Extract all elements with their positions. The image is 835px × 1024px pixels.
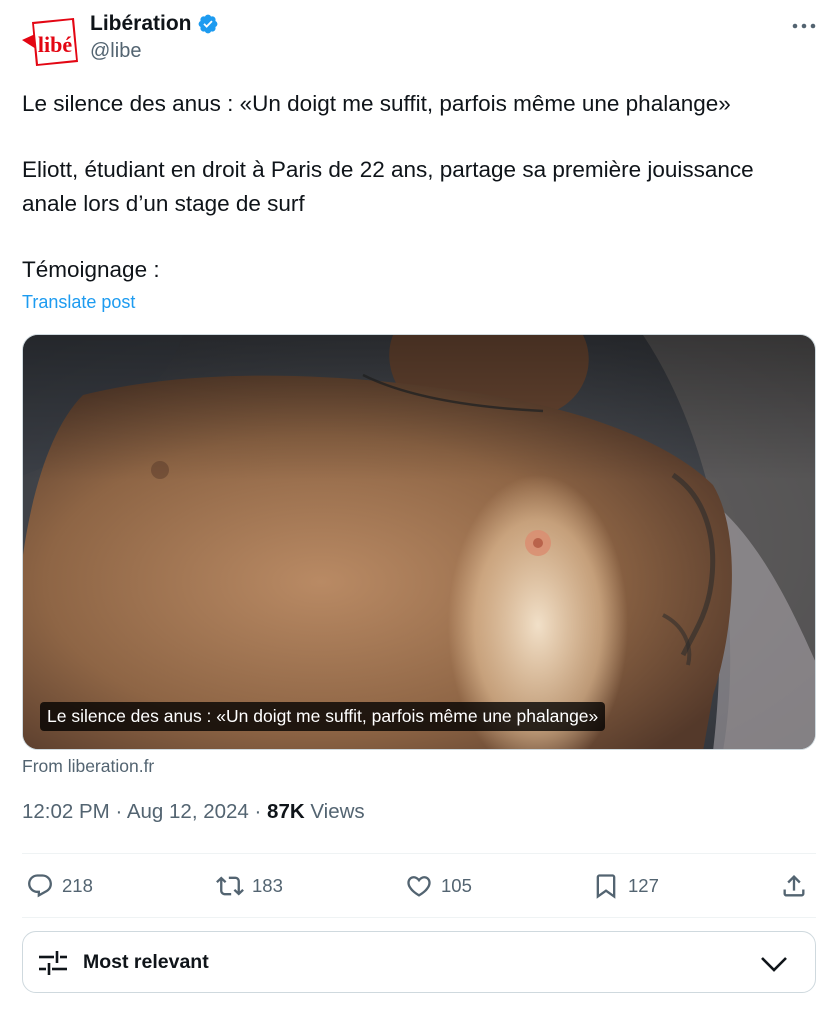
sort-label: Most relevant (83, 951, 209, 973)
post-text: Le silence des anus : «Un doigt me suffi… (22, 87, 822, 287)
bookmark-count: 127 (628, 875, 659, 896)
repost-icon (216, 876, 244, 896)
card-photo (23, 335, 815, 749)
reply-button[interactable]: 218 (26, 872, 93, 900)
like-button[interactable]: 105 (405, 872, 472, 900)
sliders-icon (39, 951, 67, 975)
views-count: 87K (267, 800, 305, 823)
avatar-logo-text: libé (38, 32, 72, 57)
post-date[interactable]: Aug 12, 2024 (127, 800, 249, 823)
more-icon[interactable] (791, 18, 817, 34)
divider (22, 917, 816, 918)
like-count: 105 (441, 875, 472, 896)
post-meta: 12:02 PM · Aug 12, 2024 · 87K Views (22, 800, 365, 824)
post-header: libé Libération @libe (22, 10, 817, 70)
share-icon (783, 875, 805, 897)
author-info: Libération @libe (90, 10, 219, 63)
repost-button[interactable]: 183 (216, 872, 283, 900)
post-body-line: anale lors d’un stage de surf (22, 191, 305, 216)
reply-sort-dropdown[interactable]: Most relevant (22, 931, 816, 993)
views-label: Views (304, 800, 365, 823)
repost-count: 183 (252, 875, 283, 896)
meta-separator: · (248, 800, 268, 823)
avatar[interactable]: libé (22, 18, 80, 68)
handle[interactable]: @libe (90, 40, 219, 63)
bookmark-icon (596, 874, 616, 899)
reply-count: 218 (62, 875, 93, 896)
translate-post-link[interactable]: Translate post (22, 292, 135, 313)
share-button[interactable] (780, 872, 816, 900)
card-source[interactable]: From liberation.fr (22, 756, 154, 777)
card-caption: Le silence des anus : «Un doigt me suffi… (40, 702, 606, 731)
divider (22, 853, 816, 854)
reply-icon (28, 874, 52, 898)
action-bar: 218 183 105 127 (22, 860, 816, 914)
verified-badge-icon (198, 14, 217, 34)
link-card-image[interactable]: Le silence des anus : «Un doigt me suffi… (22, 334, 816, 750)
post-body-line: Eliott, étudiant en droit à Paris de 22 … (22, 157, 754, 182)
post-time[interactable]: 12:02 PM (22, 800, 110, 823)
like-icon (407, 876, 431, 897)
post-headline: Le silence des anus : «Un doigt me suffi… (22, 91, 731, 116)
post-body-line: Témoignage : (22, 257, 160, 282)
chevron-down-icon (761, 957, 787, 972)
bookmark-button[interactable]: 127 (592, 872, 659, 900)
display-name[interactable]: Libération (90, 12, 192, 36)
meta-separator: · (109, 800, 127, 823)
